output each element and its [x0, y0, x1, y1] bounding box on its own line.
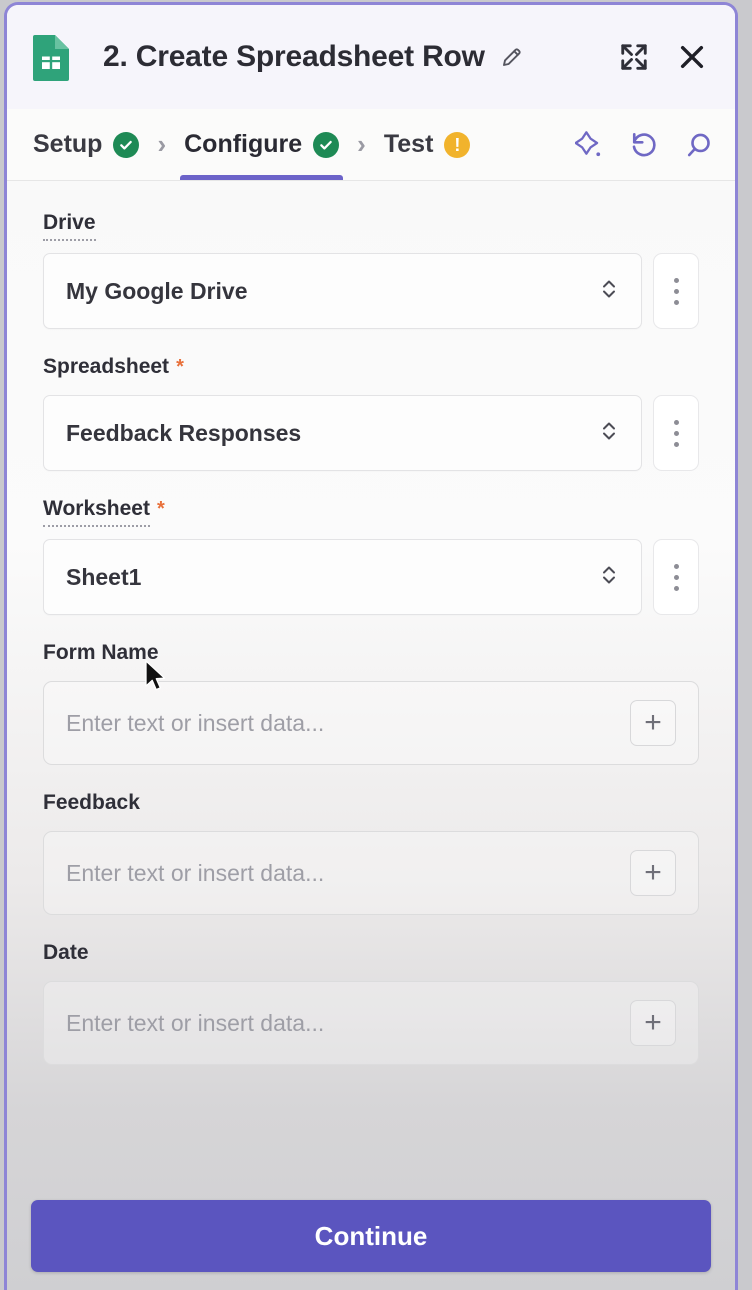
check-circle-icon: [313, 131, 340, 158]
refresh-undo-icon[interactable]: [627, 128, 661, 162]
field-date: Date Enter text or insert data... +: [43, 941, 699, 1065]
step-configure-label: Configure: [184, 130, 303, 158]
field-spreadsheet-label: Spreadsheet *: [43, 355, 184, 378]
spreadsheet-select[interactable]: Feedback Responses: [43, 395, 642, 471]
form-name-placeholder: Enter text or insert data...: [66, 709, 325, 736]
configure-form: Drive My Google Drive Spreadsheet * Feed…: [7, 181, 735, 1065]
field-drive-label: Drive: [43, 211, 96, 241]
field-worksheet: Worksheet * Sheet1: [43, 497, 699, 615]
page-title: 2. Create Spreadsheet Row: [103, 40, 485, 73]
feedback-placeholder: Enter text or insert data...: [66, 859, 325, 886]
field-drive: Drive My Google Drive: [43, 211, 699, 329]
worksheet-select[interactable]: Sheet1: [43, 539, 642, 615]
field-feedback: Feedback Enter text or insert data... +: [43, 791, 699, 915]
chevron-right-icon: ›: [357, 129, 366, 159]
pencil-icon[interactable]: [499, 44, 525, 70]
chevron-right-icon: ›: [157, 129, 167, 159]
chevron-up-down-icon: [599, 275, 619, 308]
form-name-plus-icon[interactable]: +: [630, 700, 676, 746]
step-configure[interactable]: Configure: [180, 109, 344, 180]
field-date-label: Date: [43, 941, 89, 964]
feedback-plus-icon[interactable]: +: [630, 850, 676, 896]
drive-kebab-menu-icon[interactable]: [653, 253, 699, 329]
feedback-input[interactable]: Enter text or insert data... +: [43, 831, 699, 915]
warning-circle-icon: !: [444, 131, 471, 158]
field-worksheet-controls: Sheet1: [43, 539, 699, 615]
date-plus-icon[interactable]: +: [630, 1000, 676, 1046]
field-spreadsheet-controls: Feedback Responses: [43, 395, 699, 471]
step-progress-bar: Setup › Configure › Test !: [7, 109, 735, 181]
chevron-up-down-icon: [599, 417, 619, 450]
field-spreadsheet: Spreadsheet * Feedback Responses: [43, 355, 699, 471]
search-icon[interactable]: [681, 128, 715, 162]
header-actions: [617, 40, 717, 74]
spreadsheet-select-value: Feedback Responses: [66, 419, 302, 446]
step-configuration-panel: 2. Create Spreadsheet Row Setup › Config…: [4, 2, 738, 1290]
warning-exclamation: !: [454, 134, 461, 155]
date-placeholder: Enter text or insert data...: [66, 1009, 325, 1036]
drive-select-value: My Google Drive: [66, 277, 248, 304]
form-name-input[interactable]: Enter text or insert data... +: [43, 681, 699, 765]
field-feedback-label: Feedback: [43, 791, 140, 814]
required-marker: *: [176, 356, 184, 378]
chevron-up-down-icon: [599, 561, 619, 594]
field-form-name-label: Form Name: [43, 641, 159, 664]
field-form-name: Form Name Enter text or insert data... +: [43, 641, 699, 765]
panel-tool-icons: [573, 128, 721, 162]
google-sheets-icon: [29, 31, 73, 83]
panel-footer: Continue: [7, 1100, 735, 1290]
field-drive-controls: My Google Drive: [43, 253, 699, 329]
date-input[interactable]: Enter text or insert data... +: [43, 981, 699, 1065]
step-test[interactable]: Test !: [380, 109, 475, 180]
continue-button[interactable]: Continue: [31, 1200, 711, 1272]
step-setup[interactable]: Setup: [29, 109, 143, 180]
spreadsheet-kebab-menu-icon[interactable]: [653, 395, 699, 471]
panel-header: 2. Create Spreadsheet Row: [7, 5, 735, 109]
ai-sparkle-icon[interactable]: [573, 128, 607, 162]
required-marker: *: [156, 498, 165, 520]
step-setup-label: Setup: [33, 130, 103, 158]
drive-select[interactable]: My Google Drive: [43, 253, 642, 329]
worksheet-kebab-menu-icon[interactable]: [653, 539, 699, 615]
expand-fullscreen-icon[interactable]: [617, 40, 651, 74]
worksheet-select-value: Sheet1: [66, 563, 142, 590]
check-circle-icon: [113, 131, 140, 158]
close-x-icon[interactable]: [675, 40, 709, 74]
step-test-label: Test: [383, 130, 434, 158]
field-worksheet-label: Worksheet *: [43, 497, 165, 527]
